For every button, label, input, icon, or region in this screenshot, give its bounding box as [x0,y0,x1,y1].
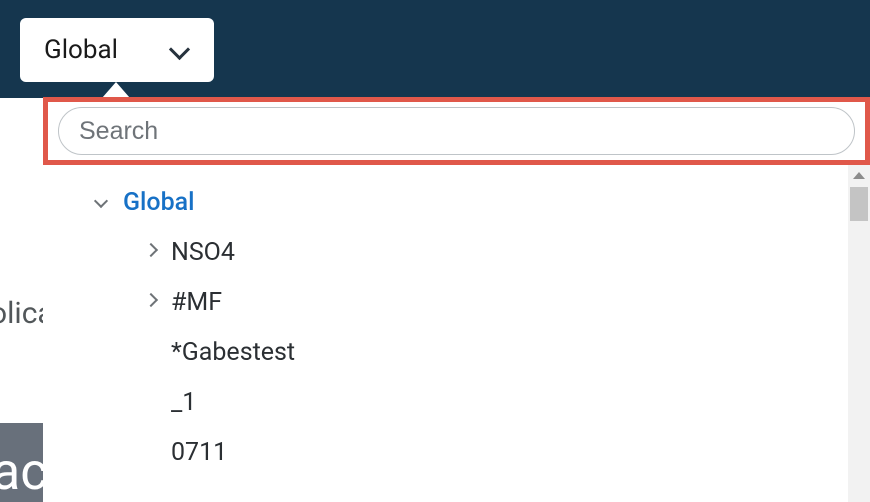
scrollbar-track[interactable] [848,165,870,502]
tree-node-global[interactable]: Global [43,177,870,227]
tree-node-mf[interactable]: #MF [43,277,870,327]
tree-node-gabestest[interactable]: *Gabestest [43,327,870,377]
tree-node-nso4[interactable]: NSO4 [43,227,870,277]
scope-tree: Global NSO4 #MF *Gabestest _1 0711 [43,165,870,502]
scrollbar-thumb[interactable] [850,187,868,221]
chevron-down-icon[interactable] [91,190,115,214]
dropdown-pointer-icon [102,82,130,98]
tree-node-label: #MF [171,288,222,317]
tree-node-0711[interactable]: 0711 [43,427,870,477]
scrollbar-up-arrow-icon[interactable] [848,165,870,185]
tree-node-label: Global [123,188,194,217]
background-band-text: ac [0,441,48,502]
chevron-down-icon [168,38,192,62]
chevron-right-icon[interactable] [139,290,163,314]
search-highlight-box [43,97,870,165]
top-bar: Global [0,0,870,98]
tree-node-underscore1[interactable]: _1 [43,377,870,427]
tree-node-label: 0711 [171,438,227,467]
tree-node-label: *Gabestest [171,338,295,367]
chevron-right-icon[interactable] [139,240,163,264]
tree-node-label: _1 [171,388,196,417]
scope-dropdown-panel: Global NSO4 #MF *Gabestest _1 0711 [43,97,870,502]
scope-selector-label: Global [44,35,168,65]
search-input[interactable] [58,107,855,155]
tree-node-label: NSO4 [171,238,235,267]
scope-selector-button[interactable]: Global [20,18,214,82]
scope-tree-viewport[interactable]: Global NSO4 #MF *Gabestest _1 0711 [43,165,870,502]
